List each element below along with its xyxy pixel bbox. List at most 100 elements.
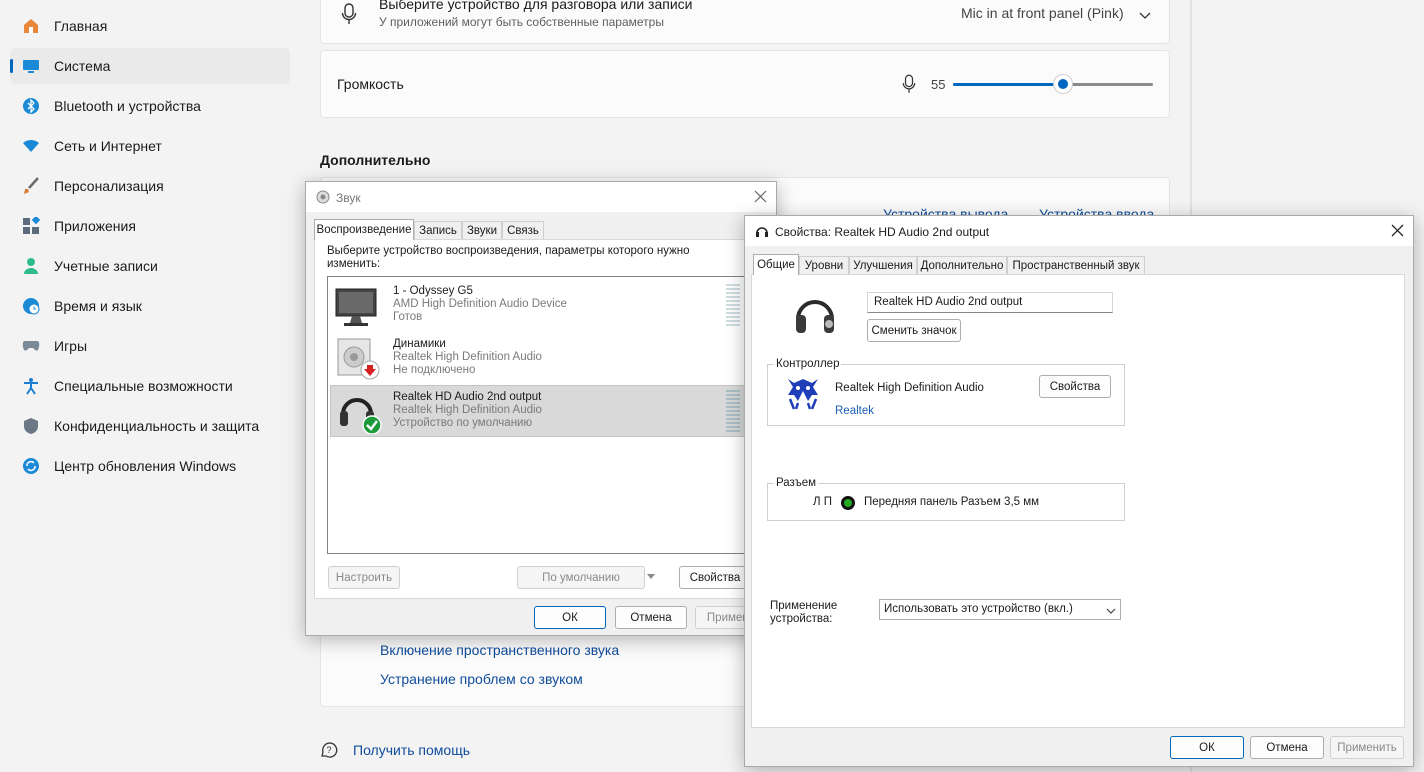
device-name-field[interactable]: Realtek HD Audio 2nd output	[867, 292, 1113, 313]
sidebar-item-label: Специальные возможности	[54, 378, 233, 394]
level-meter	[726, 284, 740, 326]
device-driver: Realtek High Definition Audio	[393, 404, 542, 416]
realtek-logo-icon	[784, 377, 822, 414]
general-tab-panel: Realtek HD Audio 2nd output Сменить знач…	[751, 274, 1405, 728]
sound-dialog: Звук Воспроизведение Запись Звуки Связь …	[305, 181, 778, 636]
device-usage-select[interactable]: Использовать это устройство (вкл.)	[879, 599, 1121, 620]
get-help-link[interactable]: Получить помощь	[353, 742, 470, 758]
playback-device-list[interactable]: 1 - Odyssey G5 AMD High Definition Audio…	[327, 276, 778, 554]
realtek-link[interactable]: Realtek	[835, 405, 874, 417]
help-icon: ?	[320, 741, 338, 764]
tab-communications[interactable]: Связь	[502, 221, 544, 240]
jack-color-dot	[840, 495, 856, 514]
controller-properties-button[interactable]: Свойства	[1039, 375, 1111, 398]
sidebar-item-label: Время и язык	[54, 298, 142, 314]
microphone-icon	[902, 74, 916, 99]
input-device-subtitle: У приложений могут быть собственные пара…	[379, 15, 664, 29]
sidebar-item-5[interactable]: Персонализация	[10, 168, 290, 204]
properties-dialog-titlebar[interactable]: Свойства: Realtek HD Audio 2nd output	[745, 216, 1413, 246]
chevron-down-icon[interactable]	[646, 572, 656, 584]
shield-icon	[22, 417, 40, 435]
jack-description: Передняя панель Разъем 3,5 мм	[864, 496, 1040, 508]
change-icon-button[interactable]: Сменить значок	[867, 319, 961, 342]
configure-button[interactable]: Настроить	[328, 566, 400, 589]
sidebar-item-2[interactable]: Система	[10, 48, 290, 84]
chevron-down-icon	[1106, 606, 1116, 618]
tab-sounds[interactable]: Звуки	[462, 221, 502, 240]
tab-enhancements[interactable]: Улучшения	[849, 256, 917, 275]
accessibility-icon	[22, 377, 40, 395]
device-usage-value: Использовать это устройство (вкл.)	[884, 603, 1073, 615]
update-icon	[22, 457, 40, 475]
sidebar-item-11[interactable]: Конфиденциальность и защита	[10, 408, 290, 444]
device-row-speakers[interactable]: Динамики Realtek High Definition Audio Н…	[330, 332, 776, 384]
headphones-icon	[794, 293, 836, 342]
close-icon[interactable]	[754, 190, 767, 206]
tab-general[interactable]: Общие	[753, 254, 799, 275]
input-device-card[interactable]: Выберите устройство для разговора или за…	[320, 0, 1170, 44]
system-icon	[22, 57, 40, 75]
sidebar-item-label: Учетные записи	[54, 258, 158, 274]
headphones-icon	[755, 224, 769, 241]
sidebar-item-12[interactable]: Центр обновления Windows	[10, 448, 290, 484]
volume-slider-thumb[interactable]	[1054, 75, 1072, 93]
cancel-button[interactable]: Отмена	[615, 606, 687, 629]
headphones-icon	[337, 388, 383, 437]
close-icon[interactable]	[1391, 224, 1404, 240]
device-row-realtek-2nd[interactable]: Realtek HD Audio 2nd output Realtek High…	[330, 385, 778, 437]
sidebar-item-8[interactable]: Время и язык	[10, 288, 290, 324]
tab-levels[interactable]: Уровни	[799, 256, 849, 275]
controller-group-label: Контроллер	[774, 358, 842, 370]
volume-value: 55	[931, 77, 946, 92]
sidebar-item-3[interactable]: Bluetooth и устройства	[10, 88, 290, 124]
device-name: Динамики	[393, 338, 446, 350]
device-properties-button[interactable]: Свойства	[679, 566, 751, 589]
gamepad-icon	[22, 337, 40, 355]
device-driver: AMD High Definition Audio Device	[393, 298, 567, 310]
spatial-sound-link[interactable]: Включение пространственного звука	[380, 642, 619, 658]
tab-recording[interactable]: Запись	[414, 221, 462, 240]
properties-dialog: Свойства: Realtek HD Audio 2nd output Об…	[744, 215, 1414, 767]
set-default-button[interactable]: По умолчанию	[517, 566, 645, 589]
tab-levels-label: Уровни	[804, 260, 844, 272]
account-icon	[22, 257, 40, 275]
tab-playback[interactable]: Воспроизведение	[314, 219, 414, 240]
jack-channels: Л П	[813, 496, 833, 508]
tab-advanced[interactable]: Дополнительно	[917, 256, 1007, 275]
device-name: 1 - Odyssey G5	[393, 285, 473, 297]
ok-button[interactable]: ОК	[1170, 736, 1244, 759]
tab-recording-label: Запись	[419, 225, 457, 237]
jack-group-label: Разъем	[774, 477, 819, 489]
volume-label: Громкость	[337, 76, 404, 92]
tab-spatial-sound-label: Пространственный звук	[1012, 260, 1140, 272]
apply-button[interactable]: Применить	[1330, 736, 1404, 759]
tab-communications-label: Связь	[507, 225, 539, 237]
device-name-value: Realtek HD Audio 2nd output	[874, 296, 1023, 308]
sound-dialog-title: Звук	[336, 191, 361, 205]
chevron-down-icon[interactable]	[1139, 7, 1151, 25]
sidebar-item-10[interactable]: Специальные возможности	[10, 368, 290, 404]
sidebar-item-7[interactable]: Учетные записи	[10, 248, 290, 284]
sidebar-item-label: Bluetooth и устройства	[54, 98, 201, 114]
sound-dialog-titlebar[interactable]: Звук	[306, 182, 776, 212]
microphone-icon	[341, 3, 357, 30]
sidebar-item-6[interactable]: Приложения	[10, 208, 290, 244]
ok-button[interactable]: ОК	[534, 606, 606, 629]
volume-card: Громкость 55	[320, 50, 1170, 118]
home-icon	[22, 17, 40, 35]
brush-icon	[22, 177, 40, 195]
cancel-button[interactable]: Отмена	[1250, 736, 1324, 759]
sidebar-item-4[interactable]: Сеть и Интернет	[10, 128, 290, 164]
troubleshoot-sound-link[interactable]: Устранение проблем со звуком	[380, 671, 583, 687]
sidebar-item-1[interactable]: Главная	[10, 8, 290, 44]
sidebar-item-label: Центр обновления Windows	[54, 458, 237, 474]
tab-spatial-sound[interactable]: Пространственный звук	[1007, 256, 1145, 275]
volume-slider[interactable]	[953, 75, 1153, 93]
tab-enhancements-label: Улучшения	[853, 260, 913, 272]
sidebar-item-label: Главная	[54, 18, 108, 34]
bluetooth-icon	[22, 97, 40, 115]
device-status: Не подключено	[393, 364, 476, 376]
input-device-dropdown[interactable]: Mic in at front panel (Pink)	[961, 5, 1124, 21]
sidebar-item-9[interactable]: Игры	[10, 328, 290, 364]
device-row-odyssey[interactable]: 1 - Odyssey G5 AMD High Definition Audio…	[330, 279, 776, 331]
